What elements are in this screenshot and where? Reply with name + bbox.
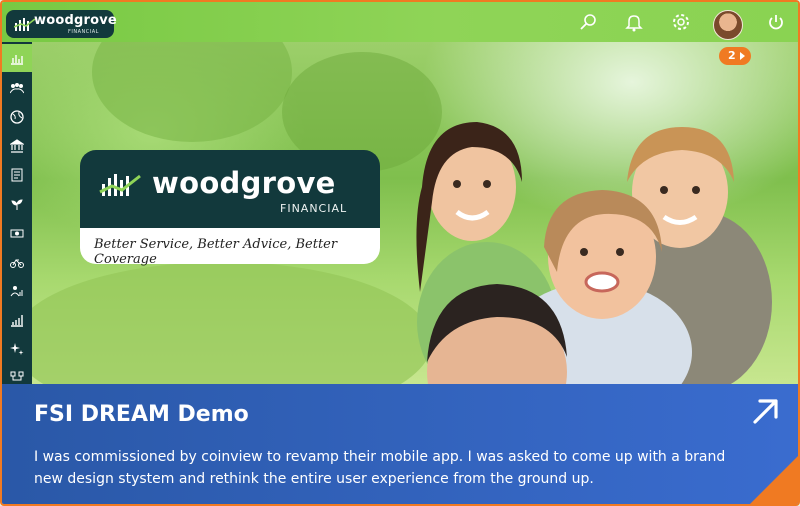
people-icon	[10, 83, 24, 94]
bar-chart-icon	[11, 55, 23, 65]
brand-tagline: Better Service, Better Advice, Better Co…	[80, 228, 380, 267]
sidebar-item-network[interactable]	[2, 364, 32, 384]
bank-icon	[10, 139, 24, 153]
bell-icon[interactable]	[624, 12, 644, 32]
globe-icon	[10, 110, 24, 124]
power-icon[interactable]	[766, 12, 786, 32]
app-logo-name: woodgrove	[34, 13, 117, 28]
sidebar-item-advisor[interactable]	[2, 277, 32, 305]
project-title: FSI DREAM Demo	[34, 402, 249, 427]
growth-chart-icon	[11, 315, 23, 327]
brand-logo-card: woodgrove FINANCIAL	[80, 150, 380, 228]
sidebar-item-bank[interactable]	[2, 132, 32, 160]
sidebar-item-reports[interactable]	[2, 306, 32, 334]
sidebar-item-lifestyle[interactable]	[2, 248, 32, 276]
family-photo	[416, 122, 772, 384]
person-chart-icon	[10, 286, 23, 297]
arrow-up-right-icon[interactable]	[749, 394, 783, 428]
top-bar: woodgrove FINANCIAL	[2, 2, 798, 42]
sidebar-item-cash[interactable]	[2, 219, 32, 247]
hero-image: woodgrove FINANCIAL Better Service, Bett…	[32, 42, 798, 384]
woodgrove-logo-mark	[99, 174, 141, 196]
project-description: I was commissioned by coinview to revamp…	[34, 449, 726, 487]
project-caption: FSI DREAM Demo I was commissioned by coi…	[2, 384, 798, 504]
cash-icon	[10, 229, 24, 238]
sidebar-item-globe[interactable]	[2, 103, 32, 131]
sidebar	[2, 42, 32, 384]
document-icon	[11, 168, 23, 182]
sidebar-item-insights[interactable]	[2, 335, 32, 363]
plant-icon	[11, 199, 23, 210]
project-card[interactable]: woodgrove FINANCIAL Better Service, Bett…	[0, 0, 800, 506]
sidebar-item-dashboard[interactable]	[2, 44, 32, 72]
sidebar-item-growth[interactable]	[2, 190, 32, 218]
woodgrove-logo-mark	[14, 18, 36, 31]
search-icon[interactable]	[578, 12, 598, 32]
tagline-text: Better Service, Better Advice, Better Co…	[94, 237, 338, 267]
badge-count: 2	[728, 49, 736, 62]
app-logo[interactable]: woodgrove FINANCIAL	[6, 10, 117, 38]
avatar[interactable]	[713, 10, 743, 40]
bicycle-icon	[10, 259, 24, 268]
sidebar-item-people[interactable]	[2, 74, 32, 102]
network-icon	[10, 371, 24, 381]
brand-sub: FINANCIAL	[280, 202, 348, 215]
chevron-right-icon	[740, 52, 745, 60]
sidebar-item-documents[interactable]	[2, 161, 32, 189]
gear-icon[interactable]	[671, 12, 691, 32]
brand-name: woodgrove	[152, 166, 336, 200]
app-logo-sub: FINANCIAL	[68, 29, 99, 35]
notification-badge[interactable]: 2	[719, 47, 751, 65]
sparkle-icon	[10, 343, 24, 355]
corner-accent	[750, 456, 798, 504]
foliage-blur	[92, 42, 292, 142]
